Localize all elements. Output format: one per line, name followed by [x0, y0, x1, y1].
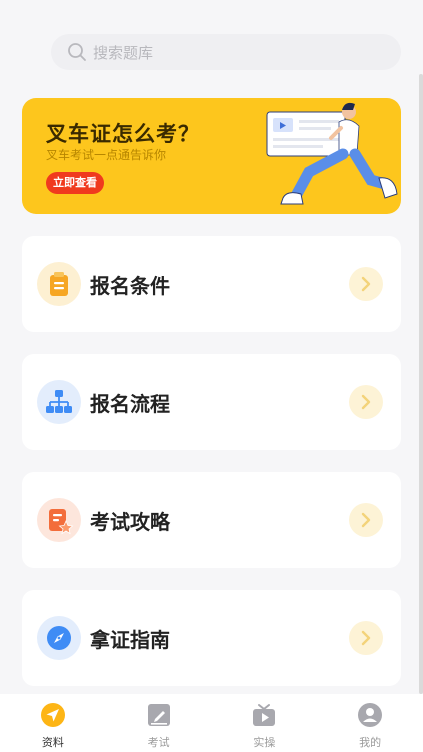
banner-title: 叉车证怎么考？ [46, 122, 200, 146]
navigation-arrow-icon [40, 703, 65, 727]
banner-subtitle: 叉车考试一点通告诉你 [46, 148, 167, 162]
tab-practice[interactable]: 实操 [212, 694, 318, 752]
card-exam-strategy[interactable]: 考试攻略 [22, 472, 401, 568]
flowchart-icon [37, 380, 81, 424]
card-label: 考试攻略 [90, 510, 170, 534]
strategy-doc-icon [37, 498, 81, 542]
tab-materials[interactable]: 资料 [0, 694, 106, 752]
card-label: 拿证指南 [90, 628, 170, 652]
chevron-right-icon[interactable] [349, 621, 383, 655]
user-icon [358, 703, 383, 727]
clipboard-icon [37, 262, 81, 306]
bottom-tab-bar: 资料 考试 实操 我的 [0, 694, 423, 752]
tab-label: 资料 [41, 736, 64, 749]
search-header: 搜索题库 [0, 0, 423, 82]
tab-label: 考试 [147, 736, 170, 749]
card-registration-requirements[interactable]: 报名条件 [22, 236, 401, 332]
chevron-right-icon[interactable] [349, 503, 383, 537]
view-now-button[interactable]: 立即查看 [46, 172, 104, 194]
card-registration-process[interactable]: 报名流程 [22, 354, 401, 450]
edit-icon [147, 704, 170, 726]
chevron-right-icon[interactable] [349, 267, 383, 301]
promo-banner[interactable]: 叉车证怎么考？ 叉车考试一点通告诉你 立即查看 [22, 98, 401, 214]
card-label: 报名流程 [90, 392, 170, 416]
tab-mine[interactable]: 我的 [317, 694, 423, 752]
search-icon [68, 43, 86, 61]
search-placeholder: 搜索题库 [93, 43, 154, 62]
scrollbar[interactable] [419, 74, 423, 694]
tab-label: 我的 [359, 736, 382, 749]
tab-label: 实操 [253, 736, 276, 749]
tv-play-icon [253, 704, 276, 726]
tab-exam[interactable]: 考试 [106, 694, 212, 752]
person-carrying-board-illustration [266, 102, 398, 205]
compass-icon [37, 616, 81, 660]
card-certificate-guide[interactable]: 拿证指南 [22, 590, 401, 686]
search-bar[interactable]: 搜索题库 [51, 34, 401, 70]
card-label: 报名条件 [90, 274, 170, 298]
chevron-right-icon[interactable] [349, 385, 383, 419]
